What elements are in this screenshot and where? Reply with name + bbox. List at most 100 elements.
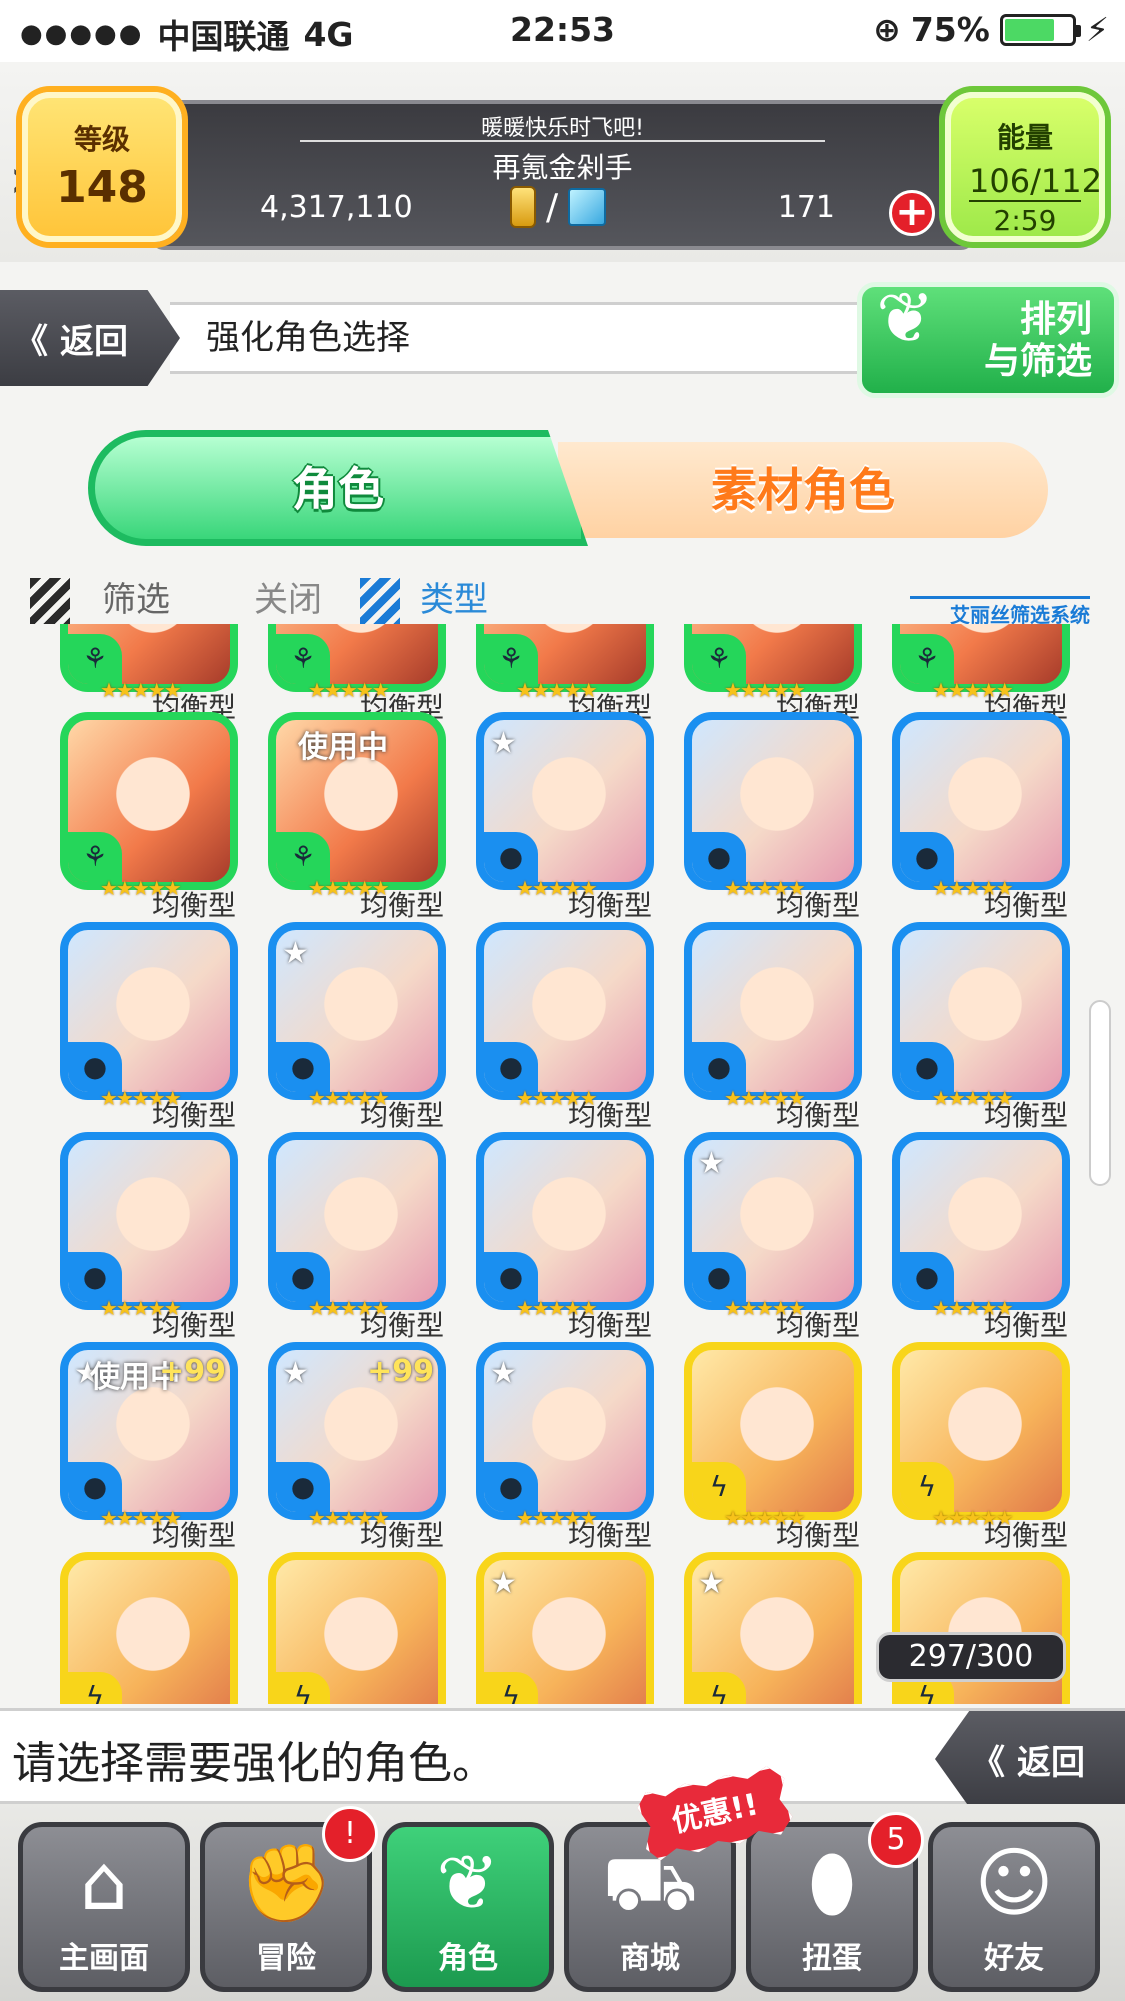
type-label: 均衡型 [152,1519,237,1552]
signal-icon: ●●●●● [20,19,144,49]
bottom-nav: ⌂ 主画面 ✊ 冒险 ! ❦ 角色 ⛟ 商城 ⬮ 扭蛋 5 ☺ 好友 [0,1804,1125,2001]
character-type-caption: ★★★★★ 均衡型 [308,1086,508,1132]
buy-stones-button[interactable]: + [889,190,935,236]
water-element-icon: ● [692,1252,746,1302]
character-card[interactable]: ● [684,712,862,890]
gold-amount: 4,317,110 [260,190,413,225]
stone-amount: 171 [777,190,835,225]
character-card[interactable]: ● [476,1132,654,1310]
character-card[interactable]: ● [60,1132,238,1310]
character-type-caption: ★★★★★ 均衡型 [516,1296,716,1342]
character-card[interactable]: ● [684,922,862,1100]
water-element-icon: ● [900,1042,954,1092]
clock: 22:53 [509,10,616,49]
energy-timer: 2:59 [993,204,1057,237]
rabbit-icon: ❦ [436,1838,500,1927]
character-type-caption: ★★★★★ 均衡型 [932,876,1125,922]
sort-filter-button[interactable]: ❦ 排列 与筛选 [857,282,1119,398]
plus-bonus-label: +99 [367,1354,434,1389]
nav-home[interactable]: ⌂ 主画面 [18,1822,190,1992]
double-chevron-left-icon: 《 [971,1742,1005,1783]
character-count: 297/300 [876,1632,1066,1682]
type-label: 均衡型 [776,889,861,922]
water-element-icon: ● [484,1462,538,1512]
nav-friends[interactable]: ☺ 好友 [928,1822,1100,1992]
character-card[interactable]: ϟ [892,1342,1070,1520]
stripe-decoration [360,578,400,624]
status-bar: ●●●●● 中国联通 4G 22:53 ⊕ 75% ⚡ [0,0,1125,62]
character-card[interactable]: ϟ [268,1552,446,1704]
wood-element-icon: ⚘ [900,634,954,684]
character-card[interactable]: ● ★ [476,712,654,890]
character-card[interactable]: ● ★ [684,1132,862,1310]
character-type-caption: ★★★★★ 均衡型 [724,1506,924,1552]
character-card[interactable]: ● [476,922,654,1100]
character-type-caption: ★★★★★ 均衡型 [308,1296,508,1342]
scrollbar[interactable] [1089,1000,1111,1186]
favorite-star-icon: ★ [282,1356,309,1391]
type-label: 均衡型 [984,889,1069,922]
character-card[interactable]: ● ★ +99 [268,1342,446,1520]
page-title: 强化角色选择 [170,302,865,374]
notification-badge: ! [322,1806,378,1862]
instruction-bar: 请选择需要强化的角色。 《 返回 [0,1708,1125,1807]
character-card[interactable]: ⚘ 使用中 [268,712,446,890]
type-label: 均衡型 [360,1309,445,1342]
water-element-icon: ● [276,1462,330,1512]
character-type-caption: ★★★★★ 均衡型 [516,876,716,922]
water-element-icon: ● [484,1042,538,1092]
rotation-lock-icon: ⊕ [873,10,901,49]
character-type-caption: ★★★★★ 均衡型 [308,876,508,922]
character-type-caption: ★★★★★ 均衡型 [516,1506,716,1552]
network-label: 4G [303,14,354,54]
character-card[interactable]: ● ★ [476,1342,654,1520]
type-label: 均衡型 [360,1099,445,1132]
nav-label: 扭蛋 [802,1941,862,1976]
tab-material-characters[interactable]: 素材角色 [558,442,1048,538]
character-card[interactable]: ϟ [60,1552,238,1704]
character-card[interactable]: ϟ ★ [684,1552,862,1704]
wood-element-icon: ⚘ [276,832,330,882]
nav-characters[interactable]: ❦ 角色 [382,1822,554,1992]
character-card[interactable]: ⚘ [60,712,238,890]
gem-icon [568,188,607,226]
favorite-star-icon: ★ [698,1146,725,1181]
player-bar: › 等级 148 暖暖快乐时飞吧! 再氪金剁手 4,317,110 / 171 … [0,62,1125,262]
stripe-decoration [30,578,70,624]
character-card[interactable]: ● [892,1132,1070,1310]
type-label: 均衡型 [152,1309,237,1342]
filter-type-button[interactable]: 类型 [420,572,488,621]
character-card[interactable]: ● ★ 使用中 +99 [60,1342,238,1520]
home-icon: ⌂ [79,1838,129,1927]
wood-element-icon: ⚘ [484,634,538,684]
character-type-caption: ★★★★★ 均衡型 [100,1296,300,1342]
battery-percent: 75% [910,10,990,49]
back-button-bottom[interactable]: 《 返回 [935,1711,1125,1807]
water-element-icon: ● [692,1042,746,1092]
character-card[interactable]: ● [268,1132,446,1310]
energy-badge[interactable]: 能量 106/112 2:59 [945,92,1105,242]
character-type-caption: ★★★★★ 均衡型 [724,1086,924,1132]
character-card[interactable]: ● [892,922,1070,1100]
filter-close-button[interactable]: 关闭 [254,572,322,621]
water-element-icon: ● [68,1252,122,1302]
water-element-icon: ● [692,832,746,882]
character-grid: ⚘ ★★★★★ 均衡型 ⚘ ★★★★★ 均衡型 ⚘ ★★★★★ 均衡型 ⚘ ★★★★★ 均衡型 ⚘ ★★★… [0,624,1125,1704]
type-label: 均衡型 [152,889,237,922]
tab-characters[interactable]: 角色 [88,430,588,546]
double-chevron-left-icon: 《 [14,321,48,362]
nav-label: 好友 [984,1941,1044,1976]
character-type-caption: ★★★★★ 均衡型 [516,1086,716,1132]
instruction-text: 请选择需要强化的角色。 [12,1738,496,1789]
character-card[interactable]: ● ★ [268,922,446,1100]
back-button[interactable]: 《 返回 [0,290,180,386]
character-type-caption: ★★★★★ 均衡型 [100,1086,300,1132]
character-card[interactable]: ● [892,712,1070,890]
character-card[interactable]: ϟ ★ [476,1552,654,1704]
charging-icon: ⚡ [1085,10,1109,49]
type-label: 均衡型 [152,1099,237,1132]
character-type-caption: ★★★★★ 均衡型 [100,876,300,922]
character-card[interactable]: ϟ [684,1342,862,1520]
friends-icon: ☺ [974,1838,1054,1927]
character-card[interactable]: ● [60,922,238,1100]
